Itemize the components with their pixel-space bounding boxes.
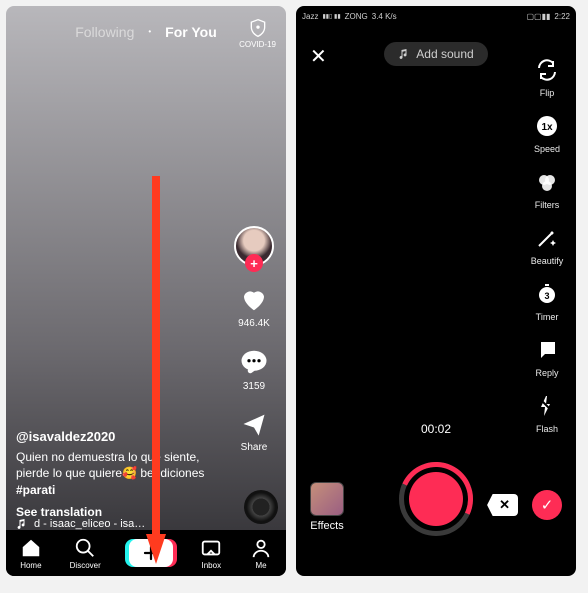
- flip-label: Flip: [540, 88, 555, 98]
- data-rate: 3.4 K/s: [372, 12, 397, 21]
- hashtag[interactable]: #parati: [16, 483, 55, 497]
- share-label: Share: [241, 442, 268, 453]
- reply-icon: [535, 338, 559, 362]
- beautify-button[interactable]: Beautify: [531, 226, 564, 266]
- music-note-icon: [398, 48, 410, 60]
- timer-label: Timer: [536, 312, 559, 322]
- nav-discover-label: Discover: [70, 561, 101, 570]
- tab-foryou[interactable]: For You: [165, 24, 217, 40]
- carrier: Jazz: [302, 12, 318, 21]
- covid-badge[interactable]: COVID-19: [239, 18, 276, 49]
- record-tools-rail: Flip 1x Speed Filters Beautify 3 Timer R…: [524, 58, 570, 434]
- flash-label: Flash: [536, 424, 558, 434]
- record-screen: Jazz ▮▮▯ ▮▮ ZONG 3.4 K/s ▢▢▮▮ 2:22 ✕ Add…: [296, 6, 576, 576]
- clock: 2:22: [554, 12, 570, 21]
- like-count: 946.4K: [238, 318, 270, 329]
- nav-me[interactable]: Me: [250, 537, 272, 570]
- comment-button[interactable]: 3159: [239, 347, 269, 392]
- filters-button[interactable]: Filters: [535, 170, 560, 210]
- heart-icon: [239, 284, 269, 314]
- filters-label: Filters: [535, 200, 560, 210]
- post-record-buttons: ✕ ✓: [487, 490, 562, 520]
- confirm-button[interactable]: ✓: [532, 490, 562, 520]
- person-icon: [250, 537, 272, 559]
- share-icon: [240, 410, 268, 438]
- reply-label: Reply: [535, 368, 558, 378]
- music-note-icon: [16, 518, 28, 530]
- create-button[interactable]: [129, 539, 173, 567]
- nav-home[interactable]: Home: [20, 537, 42, 570]
- recording-timer: 00:02: [421, 422, 451, 436]
- nav-inbox[interactable]: Inbox: [200, 537, 222, 570]
- battery-icon: ▢▢▮▮: [527, 12, 551, 21]
- speed-button[interactable]: 1x Speed: [534, 114, 560, 154]
- filters-icon: [535, 170, 559, 194]
- caption-line2: pierde lo que quiere🥰 bendiciones: [16, 466, 204, 480]
- inbox-icon: [200, 537, 222, 559]
- search-icon: [74, 537, 96, 559]
- covid-label: COVID-19: [239, 40, 276, 49]
- nav-home-label: Home: [20, 561, 41, 570]
- flip-button[interactable]: Flip: [535, 58, 559, 98]
- username[interactable]: @isavaldez2020: [16, 428, 216, 446]
- plus-icon: [142, 544, 160, 562]
- sound-disc[interactable]: [244, 490, 278, 524]
- signal-icon: ▮▮▯ ▮▮: [322, 13, 340, 20]
- tab-following[interactable]: Following: [75, 24, 134, 40]
- status-bar: Jazz ▮▮▯ ▮▮ ZONG 3.4 K/s ▢▢▮▮ 2:22: [296, 6, 576, 24]
- avatar-image: +: [234, 226, 274, 266]
- carrier2: ZONG: [345, 12, 368, 21]
- share-button[interactable]: Share: [240, 410, 268, 453]
- timer-icon: 3: [535, 282, 559, 306]
- bottom-nav: Home Discover Inbox Me: [6, 530, 286, 576]
- speed-icon: 1x: [535, 114, 559, 138]
- speed-label: Speed: [534, 144, 560, 154]
- home-icon: [20, 537, 42, 559]
- author-avatar[interactable]: +: [234, 226, 274, 266]
- add-sound-label: Add sound: [416, 47, 473, 61]
- beautify-label: Beautify: [531, 256, 564, 266]
- nav-inbox-label: Inbox: [202, 561, 222, 570]
- comment-icon: [239, 347, 269, 377]
- flip-icon: [535, 58, 559, 82]
- beautify-icon: [535, 226, 559, 250]
- reply-button[interactable]: Reply: [535, 338, 559, 378]
- record-button[interactable]: [399, 462, 473, 536]
- caption-line1: Quien no demuestra lo que siente,: [16, 450, 199, 464]
- svg-text:3: 3: [544, 291, 549, 301]
- caption-block: @isavaldez2020 Quien no demuestra lo que…: [16, 428, 216, 520]
- delete-clip-button[interactable]: ✕: [487, 494, 518, 516]
- nav-discover[interactable]: Discover: [70, 537, 101, 570]
- like-button[interactable]: 946.4K: [238, 284, 270, 329]
- tab-separator: •: [148, 25, 151, 39]
- record-progress-arc: [389, 452, 484, 547]
- flash-off-icon: [535, 394, 559, 418]
- nav-me-label: Me: [256, 561, 267, 570]
- flash-button[interactable]: Flash: [535, 394, 559, 434]
- close-button[interactable]: ✕: [310, 44, 327, 69]
- feed-screen: Following • For You COVID-19 + 946.4K: [6, 6, 286, 576]
- timer-button[interactable]: 3 Timer: [535, 282, 559, 322]
- shield-icon: [248, 18, 268, 38]
- engagement-rail: + 946.4K 3159 Share: [230, 226, 278, 453]
- svg-text:1x: 1x: [541, 122, 553, 133]
- sound-row[interactable]: d - isaac_eliceo - isa…: [16, 518, 216, 530]
- comment-count: 3159: [243, 381, 265, 392]
- follow-plus-icon[interactable]: +: [245, 254, 263, 272]
- sound-text: d - isaac_eliceo - isa…: [34, 518, 145, 530]
- add-sound-button[interactable]: Add sound: [384, 42, 487, 66]
- feed-tabs: Following • For You COVID-19: [6, 6, 286, 46]
